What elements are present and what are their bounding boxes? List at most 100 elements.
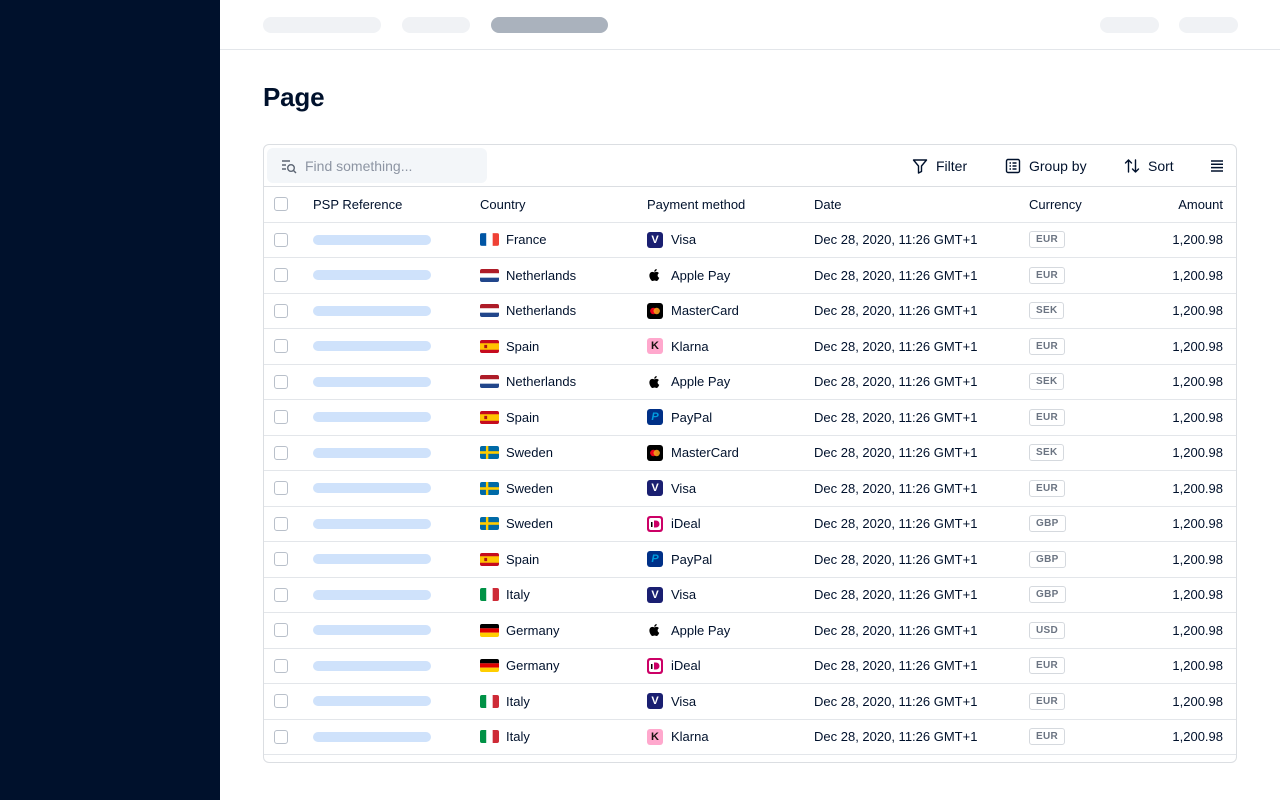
- table-row[interactable]: Netherlands Apple Pay Dec 28, 2020, 11:26 …: [264, 258, 1236, 294]
- currency-badge: EUR: [1029, 337, 1066, 355]
- row-checkbox[interactable]: [274, 445, 288, 460]
- row-checkbox[interactable]: [274, 729, 288, 744]
- table-row[interactable]: Spain P PayPal Dec 28, 2020, 11:26 GMT+1 EUR…: [264, 400, 1236, 436]
- breadcrumb-placeholder-1[interactable]: [263, 17, 381, 33]
- psp-reference-placeholder[interactable]: [313, 376, 431, 387]
- row-checkbox[interactable]: [274, 623, 288, 638]
- country-name: Italy: [506, 693, 530, 709]
- breadcrumb-placeholder-2[interactable]: [402, 17, 470, 33]
- row-checkbox[interactable]: [274, 339, 288, 354]
- table-row[interactable]: Germany Apple Pay Dec 28, 2020, 11:26 GMT+…: [264, 613, 1236, 649]
- table-row[interactable]: Spain K Klarna Dec 28, 2020, 11:26 GMT+1 EUR…: [264, 329, 1236, 365]
- psp-reference-placeholder[interactable]: [313, 341, 431, 352]
- breadcrumb-placeholder-active[interactable]: [491, 17, 608, 33]
- column-header-psp[interactable]: PSP Reference: [313, 187, 402, 222]
- date-cell: Dec 28, 2020, 11:26 GMT+1: [814, 303, 978, 319]
- country-cell: France: [480, 223, 546, 258]
- klarna-icon: K: [647, 728, 671, 745]
- row-checkbox[interactable]: [274, 481, 288, 496]
- country-cell: Italy: [480, 578, 530, 613]
- psp-reference-placeholder[interactable]: [313, 731, 431, 742]
- data-table-panel: Filter Group by Sort PSP Referen: [263, 144, 1237, 763]
- row-checkbox[interactable]: [274, 694, 288, 709]
- table-row[interactable]: Netherlands Apple Pay Dec 28, 2020, 11:26 …: [264, 365, 1236, 400]
- payment-method-name: iDeal: [671, 658, 701, 674]
- table-header-row: PSP Reference Country Payment method Dat…: [264, 187, 1236, 223]
- psp-reference-placeholder[interactable]: [313, 305, 431, 316]
- row-checkbox[interactable]: [274, 374, 288, 389]
- currency-cell: EUR: [1029, 720, 1066, 755]
- table-row[interactable]: Spain P PayPal Dec 28, 2020, 11:26 GMT+1 GBP…: [264, 542, 1236, 578]
- flag-es-icon: [480, 552, 499, 566]
- psp-reference-placeholder[interactable]: [313, 234, 431, 245]
- row-checkbox[interactable]: [274, 410, 288, 425]
- date-cell: Dec 28, 2020, 11:26 GMT+1: [814, 693, 978, 709]
- payment-method-cell: V Visa: [647, 223, 696, 258]
- column-header-amount[interactable]: Amount: [1178, 187, 1223, 222]
- psp-reference-placeholder[interactable]: [313, 589, 431, 600]
- applepay-icon: [647, 622, 671, 639]
- row-checkbox[interactable]: [274, 658, 288, 673]
- psp-reference-placeholder[interactable]: [313, 696, 431, 707]
- date-cell: Dec 28, 2020, 11:26 GMT+1: [814, 445, 978, 461]
- date-cell: Dec 28, 2020, 11:26 GMT+1: [814, 374, 978, 390]
- filter-button[interactable]: Filter: [912, 145, 967, 187]
- flag-fr-icon: [480, 233, 499, 247]
- column-header-country[interactable]: Country: [480, 187, 526, 222]
- row-checkbox[interactable]: [274, 552, 288, 567]
- column-header-method[interactable]: Payment method: [647, 187, 745, 222]
- psp-reference-placeholder[interactable]: [313, 625, 431, 636]
- amount-cell: 1,200.98: [1172, 303, 1223, 319]
- column-header-currency[interactable]: Currency: [1029, 187, 1082, 222]
- row-checkbox[interactable]: [274, 303, 288, 318]
- payment-method-cell: K Klarna: [647, 329, 709, 364]
- country-cell: Italy: [480, 684, 530, 719]
- sort-button[interactable]: Sort: [1124, 145, 1174, 187]
- search-input[interactable]: [305, 157, 475, 174]
- applepay-icon: [647, 373, 671, 390]
- visa-icon: V: [647, 480, 671, 497]
- table-row[interactable]: France V Visa Dec 28, 2020, 11:26 GMT+1 EUR 1…: [264, 223, 1236, 258]
- table-row[interactable]: Italy V Visa Dec 28, 2020, 11:26 GMT+1 GBP 1,…: [264, 578, 1236, 613]
- table-row[interactable]: Italy K Klarna Dec 28, 2020, 11:26 GMT+1 EUR…: [264, 720, 1236, 755]
- currency-badge: EUR: [1029, 231, 1066, 249]
- psp-reference-placeholder[interactable]: [313, 447, 431, 458]
- amount-cell: 1,200.98: [1172, 516, 1223, 532]
- currency-badge: USD: [1029, 621, 1066, 639]
- country-cell: Netherlands: [480, 365, 576, 400]
- column-header-date[interactable]: Date: [814, 187, 841, 222]
- date-cell: Dec 28, 2020, 11:26 GMT+1: [814, 480, 978, 496]
- table-row[interactable]: Italy V Visa Dec 28, 2020, 11:26 GMT+1 EUR 1,…: [264, 684, 1236, 720]
- density-button[interactable]: [1209, 145, 1225, 187]
- psp-reference-placeholder[interactable]: [313, 270, 431, 281]
- header-action-placeholder-1[interactable]: [1100, 17, 1159, 33]
- table-row[interactable]: Sweden iDeal Dec 28, 2020, 11:26 GMT+1 GBP 1…: [264, 507, 1236, 542]
- currency-cell: SEK: [1029, 436, 1065, 471]
- table-row[interactable]: Sweden MasterCard Dec 28, 2020, 11:26 GMT+…: [264, 436, 1236, 471]
- ideal-icon: [647, 515, 671, 532]
- header-action-placeholder-2[interactable]: [1179, 17, 1238, 33]
- group-by-button[interactable]: Group by: [1005, 145, 1087, 187]
- row-checkbox[interactable]: [274, 232, 288, 247]
- search-box[interactable]: [267, 148, 487, 183]
- flag-de-icon: [480, 623, 499, 637]
- amount-cell: 1,200.98: [1172, 374, 1223, 390]
- row-checkbox[interactable]: [274, 587, 288, 602]
- table-row[interactable]: Germany iDeal Dec 28, 2020, 11:26 GMT+1 EUR…: [264, 649, 1236, 684]
- country-name: Spain: [506, 338, 540, 354]
- table-row[interactable]: Netherlands MasterCard Dec 28, 2020, 11:26…: [264, 294, 1236, 329]
- psp-reference-placeholder[interactable]: [313, 660, 431, 671]
- flag-se-icon: [480, 517, 499, 531]
- psp-reference-placeholder[interactable]: [313, 412, 431, 423]
- row-checkbox[interactable]: [274, 516, 288, 531]
- date-cell: Dec 28, 2020, 11:26 GMT+1: [814, 587, 978, 603]
- table-row[interactable]: Sweden V Visa Dec 28, 2020, 11:26 GMT+1 EUR 1…: [264, 471, 1236, 507]
- psp-reference-placeholder[interactable]: [313, 518, 431, 529]
- country-name: Netherlands: [506, 374, 577, 390]
- row-checkbox[interactable]: [274, 268, 288, 283]
- table-body: France V Visa Dec 28, 2020, 11:26 GMT+1 EUR 1…: [264, 223, 1236, 755]
- amount-cell: 1,200.98: [1172, 445, 1223, 461]
- psp-reference-placeholder[interactable]: [313, 483, 431, 494]
- select-all-checkbox[interactable]: [274, 197, 288, 212]
- psp-reference-placeholder[interactable]: [313, 554, 431, 565]
